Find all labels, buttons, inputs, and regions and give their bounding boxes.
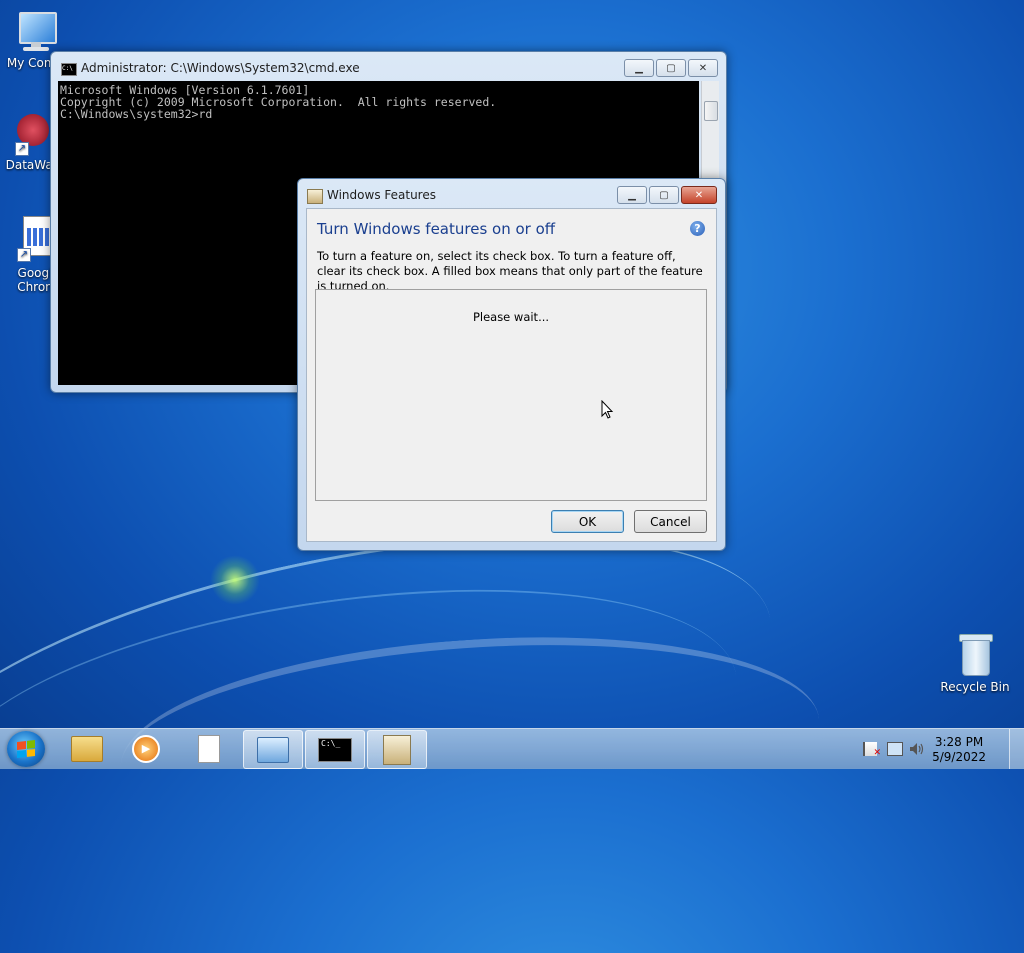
clock-time: 3:28 PM <box>934 735 984 749</box>
features-titlebar[interactable]: Windows Features ▁ ▢ ✕ <box>298 179 725 209</box>
taskbar-windows-explorer[interactable] <box>58 730 116 767</box>
features-description: To turn a feature on, select its check b… <box>317 249 703 293</box>
mouse-cursor-icon <box>601 400 614 419</box>
help-icon[interactable]: ? <box>690 221 705 236</box>
cmd-icon: C:\_ <box>318 737 352 762</box>
taskbar-control-panel[interactable] <box>243 730 303 769</box>
wallpaper-glow <box>210 555 260 605</box>
close-icon: ✕ <box>694 189 704 201</box>
taskbar: ▶ C:\_ ✕ 3:28 PM 5/9/2022 <box>0 728 1024 769</box>
ok-button[interactable]: OK <box>551 510 624 533</box>
show-desktop-button[interactable] <box>1009 729 1024 769</box>
windows-features-dialog[interactable]: Windows Features ▁ ▢ ✕ Turn Windows feat… <box>297 178 726 551</box>
action-center-icon[interactable]: ✕ <box>863 742 881 758</box>
taskbar-notepad[interactable] <box>180 730 238 767</box>
network-icon[interactable] <box>887 742 903 756</box>
cmd-minimize-button[interactable]: ▁ <box>624 59 654 77</box>
chrome-shortcut-icon: ↗ <box>15 214 55 264</box>
maximize-icon: ▢ <box>659 189 669 201</box>
clock-date: 5/9/2022 <box>932 750 986 764</box>
cmd-app-icon: C:\ <box>61 63 77 76</box>
console-prompt-line: C:\Windows\system32>rd <box>60 107 213 121</box>
taskbar-command-prompt[interactable]: C:\_ <box>305 730 365 769</box>
windows-logo-icon <box>17 740 35 758</box>
computer-icon <box>13 8 57 54</box>
features-heading: Turn Windows features on or off <box>317 220 556 238</box>
maximize-icon: ▢ <box>666 62 676 74</box>
start-button[interactable] <box>7 731 45 767</box>
clock[interactable]: 3:28 PM 5/9/2022 <box>932 735 986 765</box>
control-panel-icon <box>257 736 289 763</box>
features-maximize-button[interactable]: ▢ <box>649 186 679 204</box>
desktop-icon-recycle-bin[interactable]: Recycle Bin <box>940 630 1010 694</box>
volume-icon[interactable] <box>909 742 925 756</box>
taskbar-media-player[interactable]: ▶ <box>117 730 175 767</box>
cmd-title: Administrator: C:\Windows\System32\cmd.e… <box>81 61 360 75</box>
document-icon <box>198 734 220 763</box>
cmd-close-button[interactable]: ✕ <box>688 59 718 77</box>
scrollbar-thumb[interactable] <box>704 101 718 121</box>
please-wait-text: Please wait... <box>472 310 550 324</box>
features-list[interactable]: Please wait... <box>315 289 707 501</box>
desktop-icon-label: Recycle Bin <box>940 680 1010 694</box>
datawag-icon: ↗ <box>13 112 53 156</box>
features-body: Turn Windows features on or off ? To tur… <box>306 208 717 542</box>
minimize-icon: ▁ <box>628 189 636 201</box>
close-icon: ✕ <box>698 62 708 74</box>
features-close-button[interactable]: ✕ <box>681 186 717 204</box>
folder-icon <box>71 735 103 762</box>
cancel-button[interactable]: Cancel <box>634 510 707 533</box>
features-minimize-button[interactable]: ▁ <box>617 186 647 204</box>
recycle-bin-icon <box>957 630 993 678</box>
cmd-titlebar[interactable]: C:\ Administrator: C:\Windows\System32\c… <box>51 52 726 82</box>
minimize-icon: ▁ <box>635 62 643 74</box>
features-app-icon <box>307 189 323 204</box>
features-title: Windows Features <box>327 188 436 202</box>
windows-features-icon <box>383 734 411 765</box>
media-player-icon: ▶ <box>132 734 160 763</box>
taskbar-windows-features[interactable] <box>367 730 427 769</box>
cmd-maximize-button[interactable]: ▢ <box>656 59 686 77</box>
system-tray: ✕ 3:28 PM 5/9/2022 <box>859 729 1024 769</box>
